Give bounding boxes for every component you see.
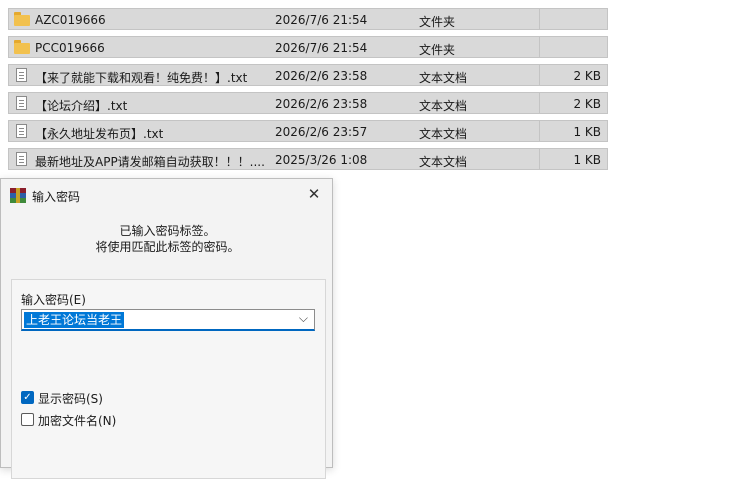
file-row-txt-2[interactable]: 【论坛介绍】.txt 2026/2/6 23:58 文本文档 2 KB	[8, 92, 608, 114]
encrypt-filenames-checkbox[interactable]	[21, 413, 34, 426]
text-file-icon	[14, 124, 30, 138]
dialog-titlebar[interactable]: 输入密码 ✕	[1, 179, 332, 211]
file-type: 文本文档	[419, 127, 468, 141]
dialog-title: 输入密码	[32, 190, 81, 204]
column-divider	[539, 121, 540, 141]
password-label: 输入密码(E)	[21, 293, 86, 307]
file-name: 【永久地址发布页】.txt	[35, 127, 164, 141]
encrypt-filenames-label[interactable]: 加密文件名(N)	[38, 412, 116, 429]
file-size: 2 KB	[573, 97, 601, 111]
dialog-message-line-1: 已输入密码标签。	[119, 224, 216, 238]
file-date: 2026/7/6 21:54	[275, 13, 368, 27]
text-file-icon	[14, 68, 30, 82]
chevron-down-icon[interactable]: ⌵	[299, 311, 308, 326]
folder-icon	[14, 12, 30, 26]
text-file-icon	[14, 96, 30, 110]
file-type: 文本文档	[419, 99, 468, 113]
column-divider	[539, 9, 540, 29]
file-type: 文本文档	[419, 71, 468, 85]
file-name: 【论坛介绍】.txt	[35, 99, 128, 113]
winrar-icon	[10, 188, 26, 203]
close-button[interactable]: ✕	[304, 184, 324, 204]
password-combobox[interactable]: 上老王论坛当老王 ⌵	[21, 309, 315, 331]
password-dialog: 输入密码 ✕ 已输入密码标签。 将使用匹配此标签的密码。 输入密码(E) 上老王…	[0, 178, 333, 479]
file-size: 1 KB	[573, 125, 601, 139]
file-size: 2 KB	[573, 69, 601, 83]
password-input-value[interactable]: 上老王论坛当老王	[24, 312, 125, 328]
file-date: 2026/2/6 23:57	[275, 125, 368, 139]
file-row-pcc019666[interactable]: PCC019666 2026/7/6 21:54 文件夹	[8, 36, 608, 58]
file-date: 2025/3/26 1:08	[275, 153, 368, 167]
file-type: 文本文档	[419, 155, 468, 169]
column-divider	[539, 65, 540, 85]
file-row-txt-3[interactable]: 【永久地址发布页】.txt 2026/2/6 23:57 文本文档 1 KB	[8, 120, 608, 142]
column-divider	[539, 37, 540, 57]
column-divider	[539, 149, 540, 169]
folder-icon	[14, 40, 30, 54]
file-name: 最新地址及APP请发邮箱自动获取！！！....	[35, 155, 265, 169]
file-type: 文件夹	[419, 43, 456, 57]
file-name: 【来了就能下载和观看！纯免费！】.txt	[35, 71, 248, 85]
show-password-checkbox[interactable]: ✓	[21, 391, 34, 404]
file-date: 2026/2/6 23:58	[275, 69, 368, 83]
file-row-azc019666[interactable]: AZC019666 2026/7/6 21:54 文件夹	[8, 8, 608, 30]
file-row-txt-1[interactable]: 【来了就能下载和观看！纯免费！】.txt 2026/2/6 23:58 文本文档…	[8, 64, 608, 86]
file-date: 2026/2/6 23:58	[275, 97, 368, 111]
file-list: AZC019666 2026/7/6 21:54 文件夹 PCC019666 2…	[8, 8, 608, 176]
file-row-txt-4[interactable]: 最新地址及APP请发邮箱自动获取！！！.... 2025/3/26 1:08 文…	[8, 148, 608, 170]
dialog-message-line-2: 将使用匹配此标签的密码。	[95, 240, 240, 254]
password-panel: 输入密码(E) 上老王论坛当老王 ⌵ ✓ 显示密码(S) 加密文件名(N)	[11, 279, 326, 479]
show-password-label[interactable]: 显示密码(S)	[38, 390, 103, 407]
file-name: PCC019666	[35, 41, 105, 55]
file-name: AZC019666	[35, 13, 106, 27]
file-type: 文件夹	[419, 15, 456, 29]
column-divider	[539, 93, 540, 113]
file-size: 1 KB	[573, 153, 601, 167]
text-file-icon	[14, 152, 30, 166]
file-date: 2026/7/6 21:54	[275, 41, 368, 55]
